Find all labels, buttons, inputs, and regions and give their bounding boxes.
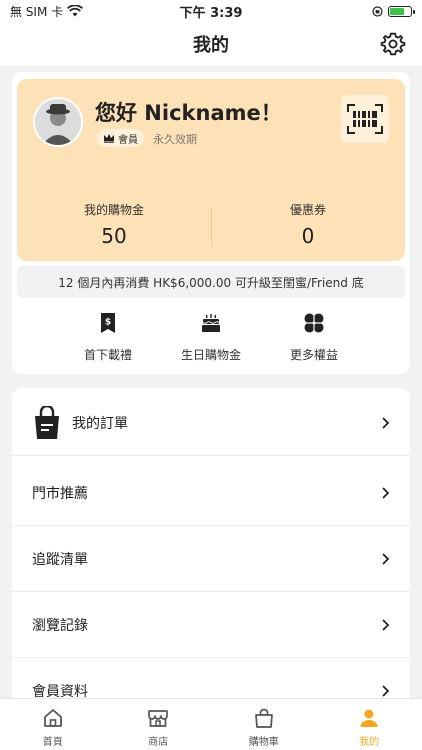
tab-label: 購物車 (248, 737, 279, 748)
dollar-bookmark-icon: $ (101, 313, 115, 333)
perk-label: 生日購物金 (180, 348, 241, 362)
nav-bar: 我的 (0, 22, 422, 66)
member-badge-label: 會員 (118, 134, 138, 146)
svg-text:$: $ (105, 318, 111, 328)
validity-text: 永久效期 (153, 133, 197, 146)
page-title: 我的 (193, 35, 229, 56)
carrier-label: 無 SIM 卡 (10, 4, 64, 19)
upgrade-banner[interactable]: 12 個月內再消費 HK$6,000.00 可升級至閨蜜/Friend 底 (17, 266, 405, 298)
chevron-right-icon (382, 684, 390, 697)
member-card: 您好 Nickname！ 會員 永久效期 我的購物金 50 優惠券 0 (17, 79, 405, 261)
tab-label: 我的 (359, 737, 380, 748)
perk-birthday[interactable]: 生日購物金 (161, 312, 261, 363)
menu-item-history[interactable]: 瀏覽記錄 (12, 592, 410, 658)
menu-item-wishlist[interactable]: 追蹤清單 (12, 526, 410, 592)
menu-label: 我的訂單 (72, 415, 128, 432)
battery-icon (388, 5, 415, 17)
menu-item-orders[interactable]: 我的訂單 (12, 390, 410, 456)
bag-icon (254, 708, 273, 728)
stat-label: 優惠券 (289, 203, 326, 217)
menu-label: 門市推薦 (32, 485, 88, 502)
tab-label: 首頁 (42, 737, 63, 748)
store-icon (148, 710, 169, 727)
member-section: 您好 Nickname！ 會員 永久效期 我的購物金 50 優惠券 0 12 個… (12, 72, 410, 374)
scan-button[interactable] (341, 95, 389, 143)
chevron-right-icon (382, 618, 390, 631)
tab-me[interactable]: 我的 (317, 699, 422, 750)
tab-label: 商店 (148, 737, 169, 748)
stat-value: 0 (301, 224, 315, 248)
user-icon (360, 709, 378, 727)
default-avatar-icon (35, 99, 81, 145)
tab-bar: 首頁 商店 購物車 我的 (0, 698, 422, 750)
menu-list: 我的訂單 門市推薦 追蹤清單 瀏覽記錄 會員資料 (12, 388, 410, 708)
chevron-right-icon (382, 416, 390, 429)
chevron-right-icon (382, 552, 390, 565)
tab-home[interactable]: 首頁 (0, 699, 106, 750)
stat-value: 50 (101, 224, 127, 248)
home-icon (43, 709, 62, 727)
stat-coupons[interactable]: 優惠券 0 (211, 201, 405, 248)
perk-more-benefits[interactable]: 更多權益 (264, 312, 364, 363)
greeting: 您好 Nickname！ (95, 101, 282, 125)
perk-label: 首下載禮 (83, 348, 132, 362)
menu-item-store-recommend[interactable]: 門市推薦 (12, 460, 410, 526)
perk-label: 更多權益 (289, 348, 338, 362)
orientation-lock-icon (372, 5, 383, 17)
crown-icon (104, 134, 114, 143)
gear-icon[interactable] (380, 31, 406, 57)
shopping-bag-icon (35, 405, 59, 439)
tab-cart[interactable]: 購物車 (211, 699, 317, 750)
menu-label: 瀏覽記錄 (32, 617, 88, 634)
chevron-right-icon (382, 486, 390, 499)
stat-shopping-credit[interactable]: 我的購物金 50 (17, 201, 211, 248)
stat-label: 我的購物金 (83, 203, 144, 217)
status-bar: 無 SIM 卡 下午 3:39 (0, 0, 422, 22)
four-petal-icon (304, 313, 324, 333)
wifi-icon (67, 5, 84, 17)
menu-label: 追蹤清單 (32, 551, 88, 568)
perk-first-download[interactable]: $ 首下載禮 (58, 312, 158, 363)
tab-store[interactable]: 商店 (106, 699, 212, 750)
birthday-cake-icon (202, 314, 220, 332)
member-badge: 會員 (97, 129, 144, 147)
barcode-scan-icon (347, 104, 383, 134)
avatar[interactable] (33, 97, 83, 147)
